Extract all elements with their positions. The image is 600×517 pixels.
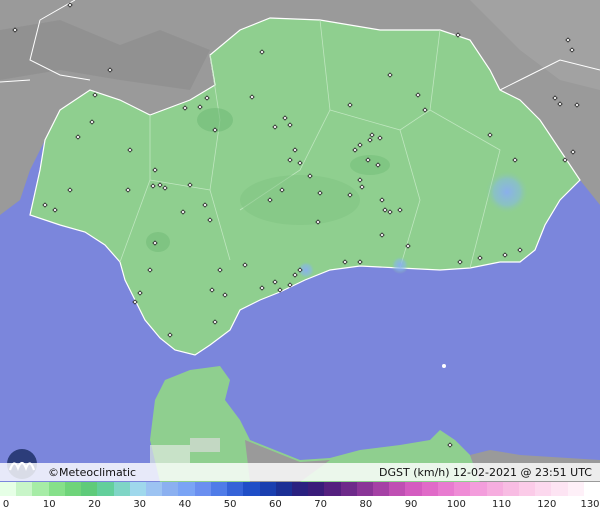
legend-swatch xyxy=(227,482,244,496)
legend-swatch xyxy=(243,482,260,496)
date-label: 12-02-2021 xyxy=(453,466,517,479)
legend-swatch xyxy=(308,482,325,496)
legend-swatch xyxy=(324,482,341,496)
legend-swatch xyxy=(486,482,503,496)
legend-colorbar xyxy=(0,482,600,496)
legend-tick-label: 70 xyxy=(314,499,327,510)
legend-swatch xyxy=(583,482,600,496)
at-sign: @ xyxy=(520,466,532,479)
gust-cell xyxy=(485,170,529,214)
wind-gust-map[interactable] xyxy=(0,0,600,482)
island-marker xyxy=(442,364,446,368)
legend-swatch xyxy=(405,482,422,496)
legend-tick-label: 120 xyxy=(537,499,557,510)
legend-swatch xyxy=(81,482,98,496)
legend-swatch xyxy=(162,482,179,496)
legend-tick-label: 50 xyxy=(223,499,237,510)
legend-swatch xyxy=(502,482,519,496)
legend-swatch xyxy=(210,482,228,496)
highland-area xyxy=(240,175,360,225)
legend-swatch xyxy=(567,482,584,496)
legend-swatch xyxy=(48,482,65,496)
legend-tick-label: 110 xyxy=(491,499,512,510)
legend-swatch xyxy=(145,482,163,496)
legend-swatch xyxy=(470,482,487,496)
legend-swatch xyxy=(16,482,33,496)
legend-tick-label: 100 xyxy=(446,499,466,510)
legend-swatch xyxy=(64,482,82,496)
legend-tick-label: 40 xyxy=(178,499,192,510)
legend-swatch xyxy=(0,482,17,496)
legend-swatch xyxy=(129,482,146,496)
legend-swatch xyxy=(421,482,438,496)
legend-tick-label: 0 xyxy=(2,499,10,510)
highland-area xyxy=(146,232,170,252)
gust-cell xyxy=(391,256,409,274)
pinkish-cells xyxy=(150,445,190,463)
highland-area xyxy=(350,155,390,175)
legend-tick-label: 80 xyxy=(359,499,373,510)
map-caption: DGST (km/h) 12-02-2021 @ 23:51 UTC xyxy=(379,466,592,479)
legend-swatch xyxy=(519,482,536,496)
legend-swatch xyxy=(389,482,406,496)
legend-swatch xyxy=(454,482,471,496)
legend-swatch xyxy=(97,482,114,496)
legend-swatch xyxy=(113,482,130,496)
legend-swatch xyxy=(340,482,357,496)
legend-swatch xyxy=(535,482,552,496)
pinkish-cells xyxy=(190,438,220,452)
legend-tick-label: 20 xyxy=(88,499,101,510)
legend-tick-label: 90 xyxy=(404,499,418,510)
brand-credit: ©Meteoclimatic xyxy=(48,466,137,479)
legend-tick-label: 130 xyxy=(580,499,600,510)
legend-swatch xyxy=(178,482,195,496)
legend-swatch xyxy=(356,482,374,496)
legend-swatch xyxy=(291,482,309,496)
legend-swatch xyxy=(551,482,568,496)
variable-label: DGST (km/h) xyxy=(379,466,450,479)
legend-tick-label: 60 xyxy=(269,499,282,510)
legend-swatch xyxy=(437,482,455,496)
legend-tick-label: 10 xyxy=(42,499,56,510)
legend-ticks: 0 10 20 30 40 50 60 70 80 90 100 110 120 130 xyxy=(0,496,600,517)
legend-swatch xyxy=(32,482,49,496)
legend-swatch xyxy=(259,482,276,496)
legend-swatch xyxy=(373,482,390,496)
legend-tick-label: 30 xyxy=(133,499,147,510)
legend-swatch xyxy=(275,482,292,496)
time-label: 23:51 UTC xyxy=(534,466,592,479)
legend-swatch xyxy=(194,482,211,496)
